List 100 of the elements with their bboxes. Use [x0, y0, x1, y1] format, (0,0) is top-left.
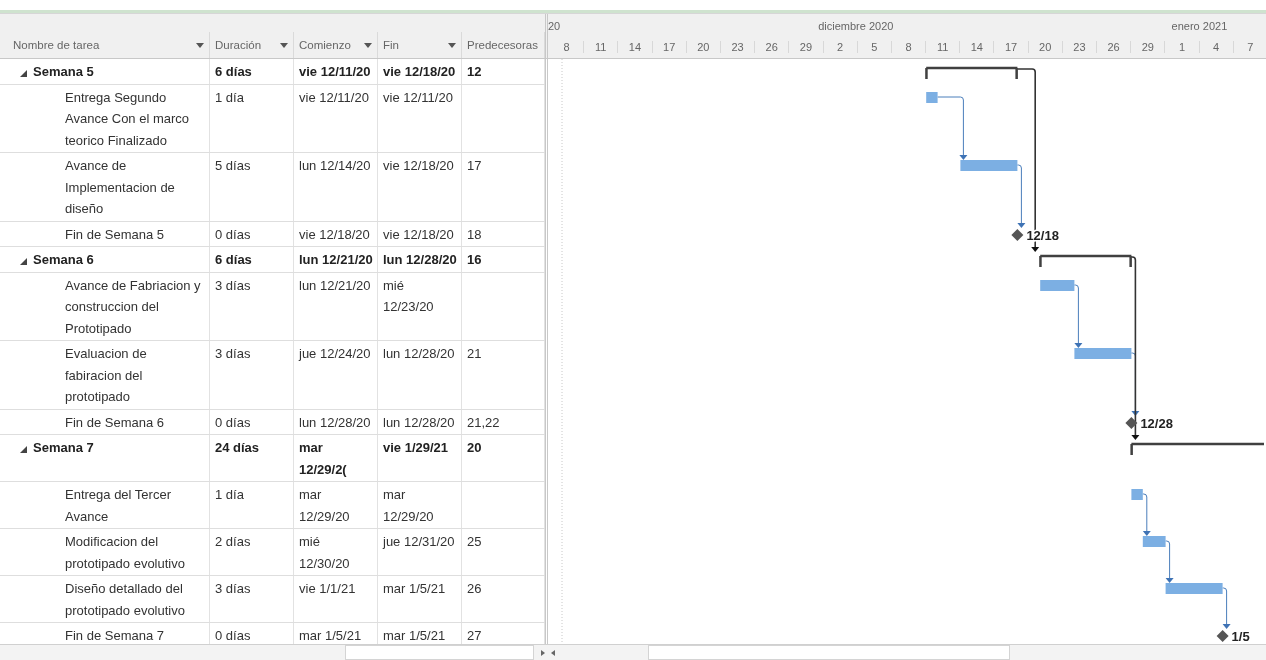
column-header[interactable]: Comienzo — [294, 32, 378, 58]
duration-cell: 2 días — [215, 534, 251, 549]
day-label: 17 — [994, 41, 1029, 53]
finish-date-cell: vie 1/29/21 — [383, 440, 449, 455]
finish-date-cell: vie 12/18/20 — [383, 226, 454, 242]
day-label: 14 — [960, 41, 995, 53]
duration-cell: 6 días — [215, 64, 252, 79]
task-name: Fin de Semana 5 — [65, 226, 164, 242]
day-label: 8 — [550, 41, 585, 53]
column-header[interactable]: Duración — [210, 32, 294, 58]
milestone-date-label: 12/28 — [1140, 416, 1173, 431]
day-label: 11 — [926, 41, 961, 53]
start-date-cell: vie 12/11/20 — [299, 64, 371, 79]
duration-cell: 0 días — [215, 628, 251, 643]
task-name: Entrega Segundo Avance Con el marco teorico Finalizado — [65, 89, 190, 148]
milestone-diamond[interactable] — [1011, 229, 1024, 241]
task-name: Modificacion del prototipado evolutivo — [65, 534, 185, 571]
duration-cell: 6 días — [215, 252, 252, 267]
day-label: 23 — [1062, 41, 1097, 53]
summary-bar[interactable] — [1130, 442, 1264, 455]
duration-cell: 3 días — [215, 277, 251, 293]
finish-date-cell: lun 12/28/20 — [383, 414, 455, 430]
duration-cell: 0 días — [215, 226, 251, 242]
day-label: 5 — [857, 41, 892, 53]
task-name: Avance de Fabriacion y construccion del Prototipado — [65, 277, 201, 336]
predecessors-cell: 25 — [467, 534, 482, 549]
milestone-date-label: 1/5 — [1231, 629, 1250, 644]
day-label: 26 — [1097, 41, 1132, 53]
dependency-arrow — [1222, 587, 1231, 629]
finish-date-cell: vie 12/11/20 — [383, 89, 453, 105]
duration-cell: 5 días — [215, 158, 251, 173]
dropdown-arrow-icon[interactable] — [448, 42, 456, 48]
predecessors-cell: 21 — [467, 346, 482, 361]
day-label: 4 — [1199, 41, 1234, 53]
finish-date-cell: mié 12/23/20 — [383, 277, 434, 314]
milestone-diamond[interactable] — [1216, 630, 1229, 642]
task-name: Diseño detallado del prototipado evolutivo — [65, 581, 185, 618]
dependency-arrow — [937, 96, 968, 160]
duration-cell: 24 días — [215, 440, 260, 455]
collapse-triangle-icon[interactable] — [20, 258, 27, 265]
finish-date-cell: lun 12/28/20 — [383, 252, 457, 267]
predecessors-cell: 26 — [467, 581, 482, 596]
predecessors-cell: 17 — [467, 158, 482, 173]
day-label: 1 — [1165, 41, 1200, 53]
start-date-cell: lun 12/14/20 — [299, 158, 371, 173]
finish-date-cell: vie 12/18/20 — [383, 64, 456, 79]
column-header[interactable]: Predecesoras — [462, 32, 545, 58]
duration-cell: 1 día — [215, 89, 244, 105]
dependency-arrow — [1073, 284, 1083, 348]
dropdown-arrow-icon[interactable] — [196, 42, 204, 48]
start-date-cell: lun 12/21/20 — [299, 277, 371, 293]
day-label: 20 — [1028, 41, 1063, 53]
task-name: Fin de Semana 7 — [65, 628, 164, 643]
task-name: Semana 6 — [33, 251, 94, 269]
day-label: 26 — [755, 41, 790, 53]
day-label: 8 — [891, 41, 927, 53]
finish-date-cell: mar 1/5/21 — [383, 581, 446, 596]
task-name: Semana 5 — [33, 63, 94, 81]
day-label: 11 — [584, 41, 619, 53]
day-label: 7 — [1233, 41, 1266, 53]
month-label: enero 2021 — [1171, 20, 1228, 32]
dropdown-arrow-icon[interactable] — [364, 42, 372, 48]
day-label: 2 — [823, 41, 858, 53]
column-header[interactable]: Nombre de tarea — [8, 32, 210, 58]
finish-date-cell: mar 1/5/21 — [383, 628, 446, 643]
dependency-arrow — [1142, 493, 1151, 536]
finish-date-cell: lun 12/28/20 — [383, 346, 455, 361]
day-label: 20 — [686, 41, 721, 53]
month-label: diciembre 2020 — [818, 20, 894, 32]
predecessors-cell: 20 — [467, 440, 482, 455]
summary-bar[interactable] — [1039, 254, 1132, 267]
start-date-cell: jue 12/24/20 — [299, 346, 371, 361]
day-label: 17 — [652, 41, 687, 53]
duration-cell: 3 días — [215, 346, 251, 361]
dropdown-arrow-icon[interactable] — [280, 42, 288, 48]
duration-cell: 1 día — [215, 487, 244, 502]
task-name: Entrega del Tercer Avance — [65, 487, 171, 524]
day-label: 23 — [720, 41, 756, 53]
milestone-diamond[interactable] — [1125, 417, 1138, 429]
start-date-cell: vie 12/11/20 — [299, 89, 369, 105]
collapse-triangle-icon[interactable] — [20, 446, 27, 453]
predecessors-cell: 27 — [467, 628, 482, 643]
column-header[interactable]: Fin — [378, 32, 462, 58]
finish-date-cell: jue 12/31/20 — [383, 534, 455, 549]
collapse-triangle-icon[interactable] — [20, 70, 27, 77]
task-name: Semana 7 — [33, 439, 94, 457]
day-label: 29 — [1131, 41, 1166, 53]
day-label: 14 — [618, 41, 653, 53]
predecessors-cell: 18 — [467, 226, 482, 242]
day-label: 29 — [789, 41, 824, 53]
month-label: 20 — [548, 20, 561, 32]
start-date-cell: vie 12/18/20 — [299, 226, 370, 242]
task-name: Evaluacion de fabiracion del prototipado — [65, 346, 147, 404]
duration-cell: 3 días — [215, 581, 251, 596]
start-date-cell: lun 12/28/20 — [299, 414, 371, 430]
duration-cell: 0 días — [215, 414, 251, 430]
summary-bar[interactable] — [925, 66, 1018, 79]
start-date-cell: lun 12/21/20 — [299, 252, 373, 267]
predecessors-cell: 12 — [467, 64, 482, 79]
predecessors-cell: 16 — [467, 252, 482, 267]
